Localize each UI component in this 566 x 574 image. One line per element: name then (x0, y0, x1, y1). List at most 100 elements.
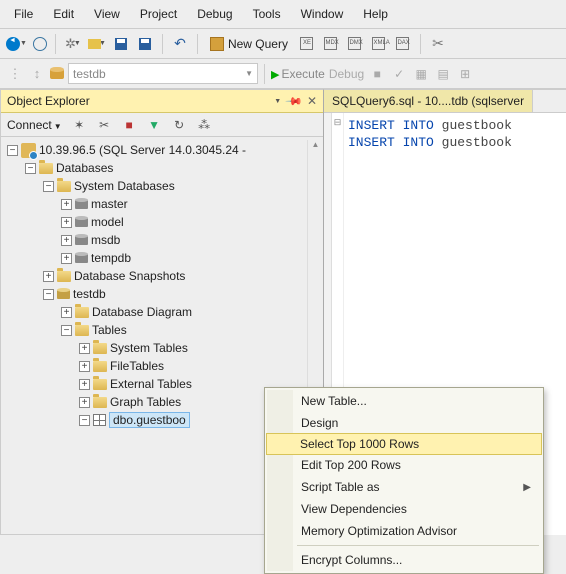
close-panel-button[interactable]: ✕ (307, 94, 317, 108)
expand-toggle[interactable]: + (61, 307, 72, 318)
nav-forward-button[interactable] (33, 37, 47, 51)
separator (55, 34, 56, 54)
sql-toolbar-icon: ⋮ (6, 65, 24, 83)
sql-toolbar: ⋮ ↕ testdb ▼ ▶Execute Debug ■ ✓ ▦ ▤ ⊞ (0, 59, 566, 89)
expand-toggle[interactable]: + (61, 253, 72, 264)
main-menu-bar: File Edit View Project Debug Tools Windo… (0, 0, 566, 29)
filetables-node[interactable]: FileTables (110, 359, 164, 373)
save-button[interactable] (112, 35, 130, 53)
ctx-script-table-as[interactable]: Script Table as▶ (267, 476, 541, 498)
ctx-new-table[interactable]: New Table... (267, 390, 541, 412)
menu-help[interactable]: Help (353, 3, 398, 25)
new-query-icon (210, 37, 224, 51)
debug-button[interactable]: Debug (329, 67, 364, 81)
stop-button: ■ (368, 65, 386, 83)
menu-debug[interactable]: Debug (187, 3, 242, 25)
pin-button[interactable]: 📌 (285, 92, 304, 111)
menu-window[interactable]: Window (291, 3, 354, 25)
master-node[interactable]: master (91, 197, 128, 211)
cut-button[interactable]: ✂ (429, 35, 447, 53)
tab-sqlquery6[interactable]: SQLQuery6.sql - 10....tdb (sqlserver (324, 90, 533, 112)
expand-toggle[interactable]: + (61, 235, 72, 246)
database-dropdown-icon (50, 67, 64, 81)
mdx-query-button[interactable]: MDX (322, 35, 340, 53)
identifier: guestbook (442, 135, 512, 150)
expand-toggle[interactable]: − (61, 325, 72, 336)
expand-toggle[interactable]: + (79, 361, 90, 372)
menu-view[interactable]: View (84, 3, 130, 25)
nav-back-button[interactable]: ▼ (6, 37, 27, 51)
scroll-up-icon[interactable]: ▲ (308, 140, 323, 149)
expand-toggle[interactable]: − (43, 181, 54, 192)
ctx-select-top-1000[interactable]: Select Top 1000 Rows (266, 433, 542, 455)
folder-icon (57, 271, 71, 282)
msdb-node[interactable]: msdb (91, 233, 120, 247)
change-type-button[interactable]: ↕ (28, 65, 46, 83)
expand-toggle[interactable]: − (79, 415, 90, 426)
refresh-icon[interactable]: ↻ (172, 117, 187, 132)
options-button[interactable]: ⊞ (456, 65, 474, 83)
databases-node[interactable]: Databases (56, 161, 113, 175)
ctx-memory-advisor[interactable]: Memory Optimization Advisor (267, 520, 541, 542)
undo-button[interactable]: ↶ (171, 35, 189, 53)
expand-toggle[interactable]: + (79, 379, 90, 390)
xe-query-button[interactable]: XE (298, 35, 316, 53)
menu-tools[interactable]: Tools (243, 3, 291, 25)
disconnect-icon[interactable]: ✂ (97, 117, 112, 132)
dbo-guestbook-node[interactable]: dbo.guestboo (109, 412, 190, 428)
separator (420, 34, 421, 54)
expand-toggle[interactable]: + (61, 217, 72, 228)
menu-file[interactable]: File (4, 3, 43, 25)
system-tables-node[interactable]: System Tables (110, 341, 188, 355)
database-icon (75, 252, 88, 264)
folder-icon (39, 163, 53, 174)
filter-icon[interactable]: ▼ (147, 117, 162, 132)
model-node[interactable]: model (91, 215, 124, 229)
folder-icon (75, 307, 89, 318)
expand-toggle[interactable]: − (25, 163, 36, 174)
xmla-query-button[interactable]: XMLA (370, 35, 388, 53)
connect-toolbar: Connect▼ ✶ ✂ ■ ▼ ↻ ⁂ (1, 113, 323, 137)
ctx-design[interactable]: Design (267, 412, 541, 434)
testdb-node[interactable]: testdb (73, 287, 106, 301)
ctx-edit-top-200[interactable]: Edit Top 200 Rows (267, 454, 541, 476)
dax-query-button[interactable]: DAX (394, 35, 412, 53)
editor-tabs: SQLQuery6.sql - 10....tdb (sqlserver (324, 90, 566, 113)
expand-toggle[interactable]: − (43, 289, 54, 300)
menu-edit[interactable]: Edit (43, 3, 84, 25)
save-all-button[interactable] (136, 35, 154, 53)
ctx-view-dependencies[interactable]: View Dependencies (267, 498, 541, 520)
expand-toggle[interactable]: − (7, 145, 18, 156)
activity-icon[interactable]: ⁂ (197, 117, 212, 132)
connect-button[interactable]: Connect▼ (7, 118, 62, 132)
folder-icon (93, 343, 107, 354)
database-selector[interactable]: testdb ▼ (68, 63, 258, 84)
expand-toggle[interactable]: + (43, 271, 54, 282)
ctx-encrypt-columns[interactable]: Encrypt Columns... (267, 549, 541, 571)
new-item-button[interactable]: ✲▼ (64, 35, 82, 53)
expand-toggle[interactable]: + (79, 397, 90, 408)
display-plan-button[interactable]: ▦ (412, 65, 430, 83)
snapshots-node[interactable]: Database Snapshots (74, 269, 185, 283)
execute-button[interactable]: ▶Execute (271, 67, 325, 81)
tables-node[interactable]: Tables (92, 323, 127, 337)
stop-icon[interactable]: ■ (122, 117, 137, 132)
expand-toggle[interactable]: + (79, 343, 90, 354)
open-button[interactable]: ▼ (88, 35, 106, 53)
dmx-query-button[interactable]: DMX (346, 35, 364, 53)
identifier: guestbook (442, 118, 512, 133)
tempdb-node[interactable]: tempdb (91, 251, 131, 265)
menu-project[interactable]: Project (130, 3, 187, 25)
external-tables-node[interactable]: External Tables (110, 377, 192, 391)
server-node[interactable]: 10.39.96.5 (SQL Server 14.0.3045.24 - (39, 143, 246, 157)
connect-icon[interactable]: ✶ (72, 117, 87, 132)
parse-button[interactable]: ✓ (390, 65, 408, 83)
new-query-button[interactable]: New Query (206, 35, 292, 53)
include-plan-button[interactable]: ▤ (434, 65, 452, 83)
window-position-button[interactable]: ▼ (274, 98, 281, 105)
folder-icon (93, 379, 107, 390)
diagrams-node[interactable]: Database Diagram (92, 305, 192, 319)
expand-toggle[interactable]: + (61, 199, 72, 210)
graph-tables-node[interactable]: Graph Tables (110, 395, 181, 409)
system-databases-node[interactable]: System Databases (74, 179, 175, 193)
